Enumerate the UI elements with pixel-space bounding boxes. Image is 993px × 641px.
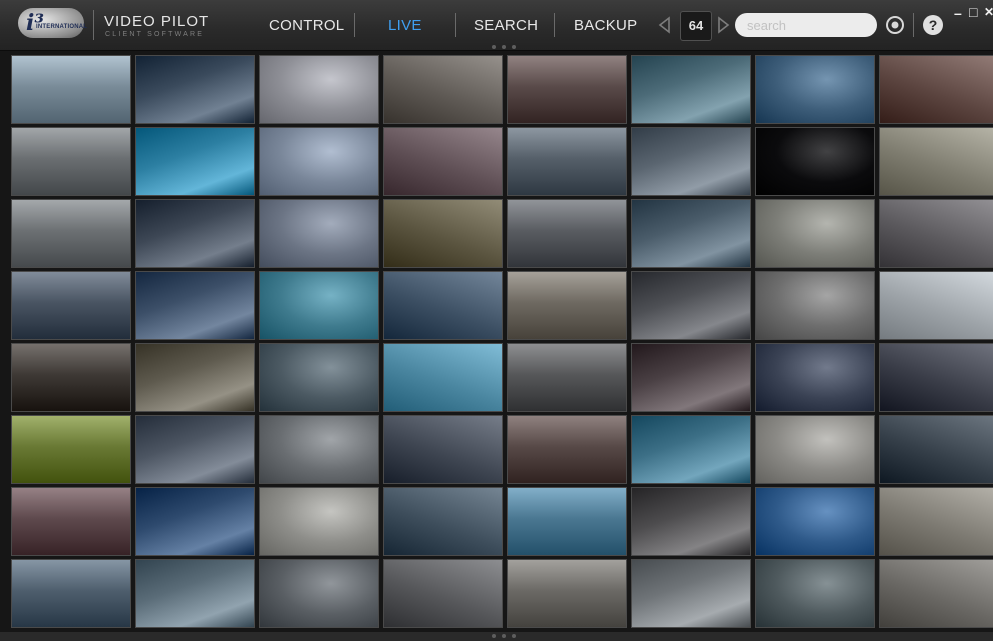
camera-feed-tile[interactable] [135, 559, 255, 628]
camera-feed-tile[interactable] [631, 271, 751, 340]
nav-backup[interactable]: BACKUP [574, 17, 638, 34]
nav-divider [554, 13, 555, 37]
camera-feed-tile[interactable] [631, 487, 751, 556]
camera-feed-tile[interactable] [879, 415, 993, 484]
camera-feed-tile[interactable] [507, 271, 627, 340]
camera-feed-tile[interactable] [11, 127, 131, 196]
camera-feed-tile[interactable] [259, 559, 379, 628]
camera-feed-tile[interactable] [259, 127, 379, 196]
camera-feed-tile[interactable] [755, 559, 875, 628]
camera-feed-tile[interactable] [135, 55, 255, 124]
camera-feed-tile[interactable] [383, 127, 503, 196]
camera-feed-tile[interactable] [135, 199, 255, 268]
camera-feed-tile[interactable] [631, 55, 751, 124]
camera-feed-tile[interactable] [631, 199, 751, 268]
camera-feed-tile[interactable] [507, 55, 627, 124]
camera-feed-tile[interactable] [879, 559, 993, 628]
camera-feed-tile[interactable] [11, 343, 131, 412]
camera-feed-tile[interactable] [11, 415, 131, 484]
camera-feed-tile[interactable] [879, 127, 993, 196]
camera-feed-tile[interactable] [631, 343, 751, 412]
camera-feed-tile[interactable] [383, 271, 503, 340]
nav-search[interactable]: SEARCH [474, 17, 538, 34]
camera-feed-tile[interactable] [11, 487, 131, 556]
camera-feed-tile[interactable] [879, 343, 993, 412]
camera-grid [11, 55, 993, 631]
camera-feed-tile[interactable] [507, 127, 627, 196]
camera-feed-tile[interactable] [631, 559, 751, 628]
app-title: VIDEO PILOT [104, 13, 210, 30]
camera-feed-tile[interactable] [135, 343, 255, 412]
camera-feed-tile[interactable] [259, 415, 379, 484]
camera-feed-tile[interactable] [259, 55, 379, 124]
camera-feed-tile[interactable] [755, 127, 875, 196]
camera-feed-tile[interactable] [755, 199, 875, 268]
next-page-arrow-icon[interactable] [713, 15, 733, 35]
logo-text: INTERNATIONAL [36, 24, 88, 30]
company-logo: i³ INTERNATIONAL [18, 8, 88, 40]
camera-feed-tile[interactable] [259, 199, 379, 268]
camera-feed-tile[interactable] [135, 271, 255, 340]
camera-feed-tile[interactable] [507, 559, 627, 628]
camera-feed-tile[interactable] [383, 199, 503, 268]
camera-feed-tile[interactable] [383, 415, 503, 484]
camera-feed-tile[interactable] [755, 55, 875, 124]
camera-feed-tile[interactable] [879, 55, 993, 124]
camera-feed-tile[interactable] [11, 199, 131, 268]
logo-mark: i³ [26, 10, 44, 36]
search-input[interactable] [735, 13, 877, 37]
video-pilot-window: i³ INTERNATIONAL VIDEO PILOT CLIENT SOFT… [0, 0, 993, 641]
camera-feed-tile[interactable] [11, 271, 131, 340]
camera-feed-tile[interactable] [507, 199, 627, 268]
camera-feed-tile[interactable] [507, 415, 627, 484]
top-toolbar: i³ INTERNATIONAL VIDEO PILOT CLIENT SOFT… [0, 0, 993, 51]
camera-feed-tile[interactable] [879, 199, 993, 268]
camera-feed-tile[interactable] [755, 343, 875, 412]
camera-feed-tile[interactable] [631, 127, 751, 196]
bottom-grip-handle[interactable] [492, 634, 516, 638]
camera-feed-tile[interactable] [383, 487, 503, 556]
camera-feed-tile[interactable] [879, 271, 993, 340]
camera-feed-tile[interactable] [259, 343, 379, 412]
camera-feed-tile[interactable] [135, 127, 255, 196]
camera-feed-tile[interactable] [11, 559, 131, 628]
camera-feed-tile[interactable] [507, 343, 627, 412]
previous-page-arrow-icon[interactable] [655, 15, 675, 35]
camera-feed-tile[interactable] [631, 415, 751, 484]
camera-feed-tile[interactable] [259, 487, 379, 556]
camera-feed-tile[interactable] [507, 487, 627, 556]
app-subtitle: CLIENT SOFTWARE [105, 31, 205, 38]
help-icon[interactable]: ? [923, 15, 943, 35]
nav-divider [354, 13, 355, 37]
close-icon[interactable]: ✕ [984, 5, 993, 19]
nav-control[interactable]: CONTROL [269, 17, 344, 34]
bottom-bar [0, 632, 993, 641]
camera-feed-tile[interactable] [259, 271, 379, 340]
brand-divider [93, 10, 94, 40]
toolbar-divider [913, 13, 914, 37]
camera-feed-tile[interactable] [755, 415, 875, 484]
camera-feed-tile[interactable] [383, 343, 503, 412]
camera-feed-tile[interactable] [135, 415, 255, 484]
minimize-icon[interactable]: – [954, 5, 962, 21]
camera-feed-tile[interactable] [11, 55, 131, 124]
nav-divider [455, 13, 456, 37]
camera-count-display[interactable]: 64 [680, 11, 712, 41]
maximize-icon[interactable]: □ [969, 4, 977, 20]
camera-feed-tile[interactable] [755, 487, 875, 556]
camera-feed-tile[interactable] [135, 487, 255, 556]
record-target-icon[interactable] [885, 15, 905, 35]
camera-feed-tile[interactable] [755, 271, 875, 340]
top-grip-handle[interactable] [492, 45, 516, 49]
camera-feed-tile[interactable] [383, 55, 503, 124]
nav-live[interactable]: LIVE [388, 17, 422, 34]
camera-feed-tile[interactable] [879, 487, 993, 556]
camera-feed-tile[interactable] [383, 559, 503, 628]
